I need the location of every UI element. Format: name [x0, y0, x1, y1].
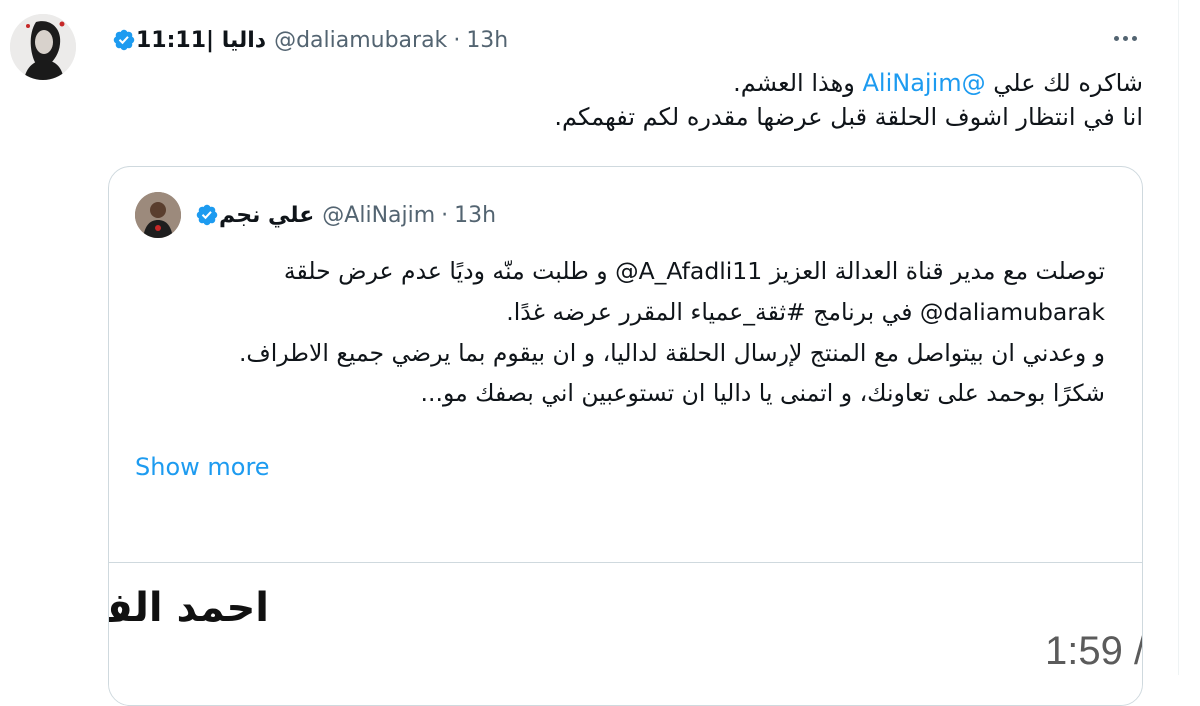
show-more-link[interactable]: Show more	[135, 453, 270, 481]
quoted-tweet-body: توصلت مع مدير قناة العدالة العزيز A_Afad…	[135, 251, 1105, 414]
quoted-tweet-card[interactable]: علي نجم @AliNajim · 13h توصلت مع مدير قن…	[108, 166, 1143, 706]
quoted-author-handle[interactable]: @AliNajim	[322, 203, 435, 228]
verified-badge-icon[interactable]	[112, 28, 136, 52]
tweet-text-segment: شاكره لك علي	[985, 69, 1143, 97]
quoted-paragraph: شكرًا بوحمد على تعاونك، و اتمنى يا داليا…	[420, 379, 1105, 408]
author-handle[interactable]: @daliamubarak	[274, 28, 447, 53]
quoted-paragraph: توصلت مع مدير قناة العدالة العزيز A_Afad…	[283, 257, 1105, 326]
quoted-header-separator: ·	[441, 202, 449, 228]
author-display-name[interactable]: داليا |11:11	[136, 28, 266, 53]
timeline-border	[1178, 0, 1179, 675]
tweet-header: داليا |11:11 @daliamubarak · 13h	[106, 20, 508, 60]
author-avatar-image	[10, 14, 76, 80]
author-avatar[interactable]	[10, 14, 76, 80]
quoted-media-video[interactable]: احمد الف 1:59 /	[109, 563, 1143, 705]
quoted-avatar-image	[135, 192, 181, 238]
tweet-line-1: شاكره لك علي @AliNajim وهذا العشم.	[300, 66, 1143, 100]
mention-link[interactable]: @AliNajim	[863, 69, 986, 97]
video-title-text: احمد الف	[109, 585, 269, 631]
more-horizontal-icon[interactable]	[1104, 22, 1146, 54]
tweet-line-2: انا في انتظار اشوف الحلقة قبل عرضها مقدر…	[554, 103, 1143, 131]
tweet-text-segment: وهذا العشم.	[733, 69, 863, 97]
quoted-tweet-timestamp[interactable]: 13h	[454, 203, 496, 228]
author-name-group[interactable]: داليا |11:11	[106, 28, 266, 53]
tweet-timestamp[interactable]: 13h	[466, 28, 508, 53]
video-timestamp: 1:59 /	[1045, 629, 1143, 673]
quoted-author-name-group[interactable]: علي نجم	[189, 203, 314, 228]
quoted-author-avatar[interactable]	[135, 192, 181, 238]
quoted-author-display-name[interactable]: علي نجم	[219, 203, 314, 228]
verified-badge-icon[interactable]	[195, 203, 219, 227]
header-separator: ·	[453, 27, 461, 53]
quoted-tweet-header: علي نجم @AliNajim · 13h	[135, 192, 496, 238]
quoted-paragraph: و وعدني ان بيتواصل مع المنتج لإرسال الحل…	[238, 338, 1105, 367]
tweet-body: شاكره لك علي @AliNajim وهذا العشم. انا ف…	[300, 66, 1143, 134]
